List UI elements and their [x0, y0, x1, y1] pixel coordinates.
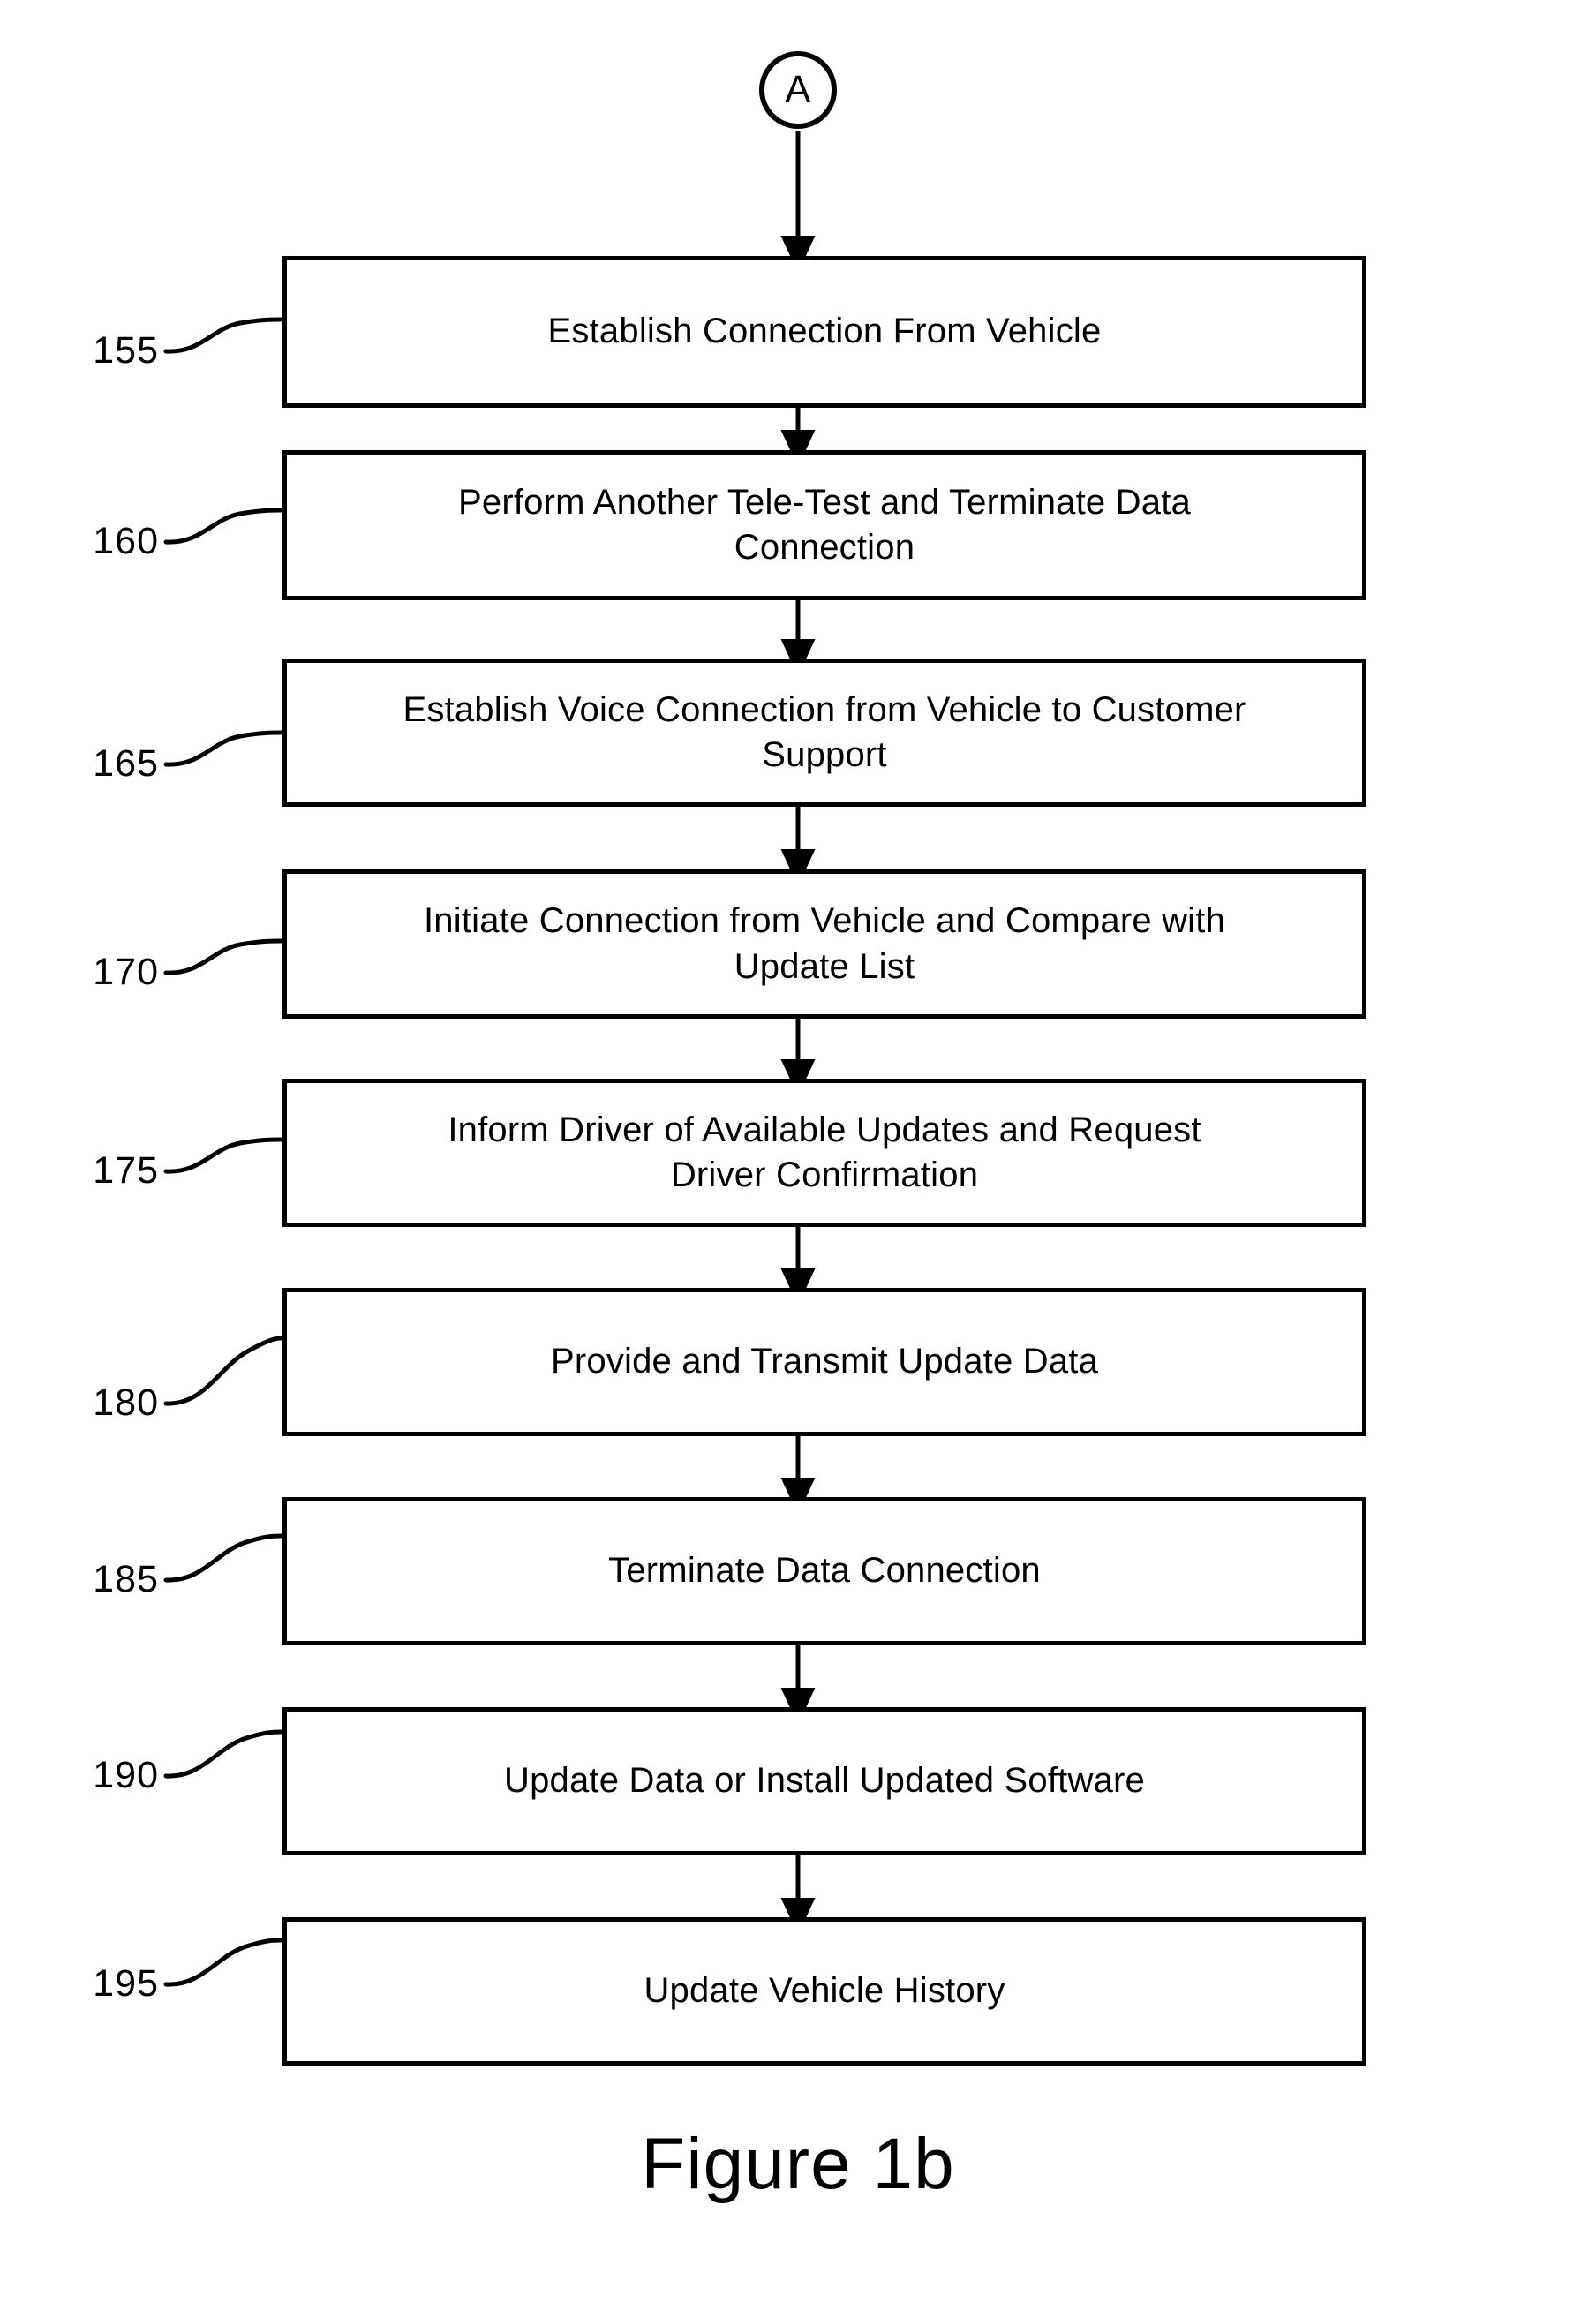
process-box-180-label: Provide and Transmit Update Data [550, 1342, 1099, 1381]
connector-circle-a: A [759, 51, 837, 129]
process-box-160: Perform Another Tele-Test and Terminate … [282, 450, 1366, 600]
ref-numeral-190: 190 [93, 1754, 159, 1796]
process-box-175-label: Inform Driver of Available Updates and R… [448, 1110, 1201, 1194]
ref-numeral-160: 160 [93, 520, 159, 562]
ref-numeral-175: 175 [93, 1149, 159, 1192]
leader-155 [163, 317, 283, 354]
leader-185 [163, 1533, 283, 1583]
process-box-170-label: Initiate Connection from Vehicle and Com… [423, 901, 1226, 986]
reference-leader-lines [163, 317, 283, 1987]
ref-numeral-180: 180 [93, 1381, 159, 1424]
connector-label: A [785, 68, 811, 111]
patent-flowchart-figure-1b: A 155 160 165 170 175 180 185 190 195 Es… [0, 0, 1596, 2303]
process-box-190: Update Data or Install Updated Software [282, 1707, 1366, 1855]
ref-numeral-170: 170 [93, 951, 159, 993]
ref-numeral-195: 195 [93, 1962, 159, 2005]
process-box-195: Update Vehicle History [282, 1917, 1366, 2066]
process-box-180: Provide and Transmit Update Data [282, 1288, 1366, 1436]
leader-160 [163, 508, 283, 545]
process-box-175: Inform Driver of Available Updates and R… [282, 1079, 1366, 1227]
process-box-155-label: Establish Connection From Vehicle [547, 312, 1102, 351]
process-box-185: Terminate Data Connection [282, 1497, 1366, 1645]
process-box-160-label: Perform Another Tele-Test and Terminate … [458, 482, 1191, 567]
ref-numeral-155: 155 [93, 329, 159, 372]
ref-numeral-165: 165 [93, 742, 159, 785]
leader-190 [163, 1729, 283, 1779]
process-box-165-label: Establish Voice Connection from Vehicle … [403, 689, 1246, 774]
process-box-195-label: Update Vehicle History [644, 1971, 1005, 2011]
leader-170 [163, 938, 283, 975]
process-box-190-label: Update Data or Install Updated Software [504, 1761, 1145, 1801]
leader-175 [163, 1137, 283, 1174]
figure-caption: Figure 1b [641, 2124, 955, 2204]
process-box-170: Initiate Connection from Vehicle and Com… [282, 869, 1366, 1019]
leader-165 [163, 730, 283, 767]
process-box-155: Establish Connection From Vehicle [282, 256, 1366, 408]
process-box-165: Establish Voice Connection from Vehicle … [282, 659, 1366, 807]
leader-180 [163, 1336, 283, 1406]
process-box-185-label: Terminate Data Connection [608, 1551, 1041, 1591]
ref-numeral-185: 185 [93, 1558, 159, 1600]
leader-195 [163, 1938, 283, 1987]
